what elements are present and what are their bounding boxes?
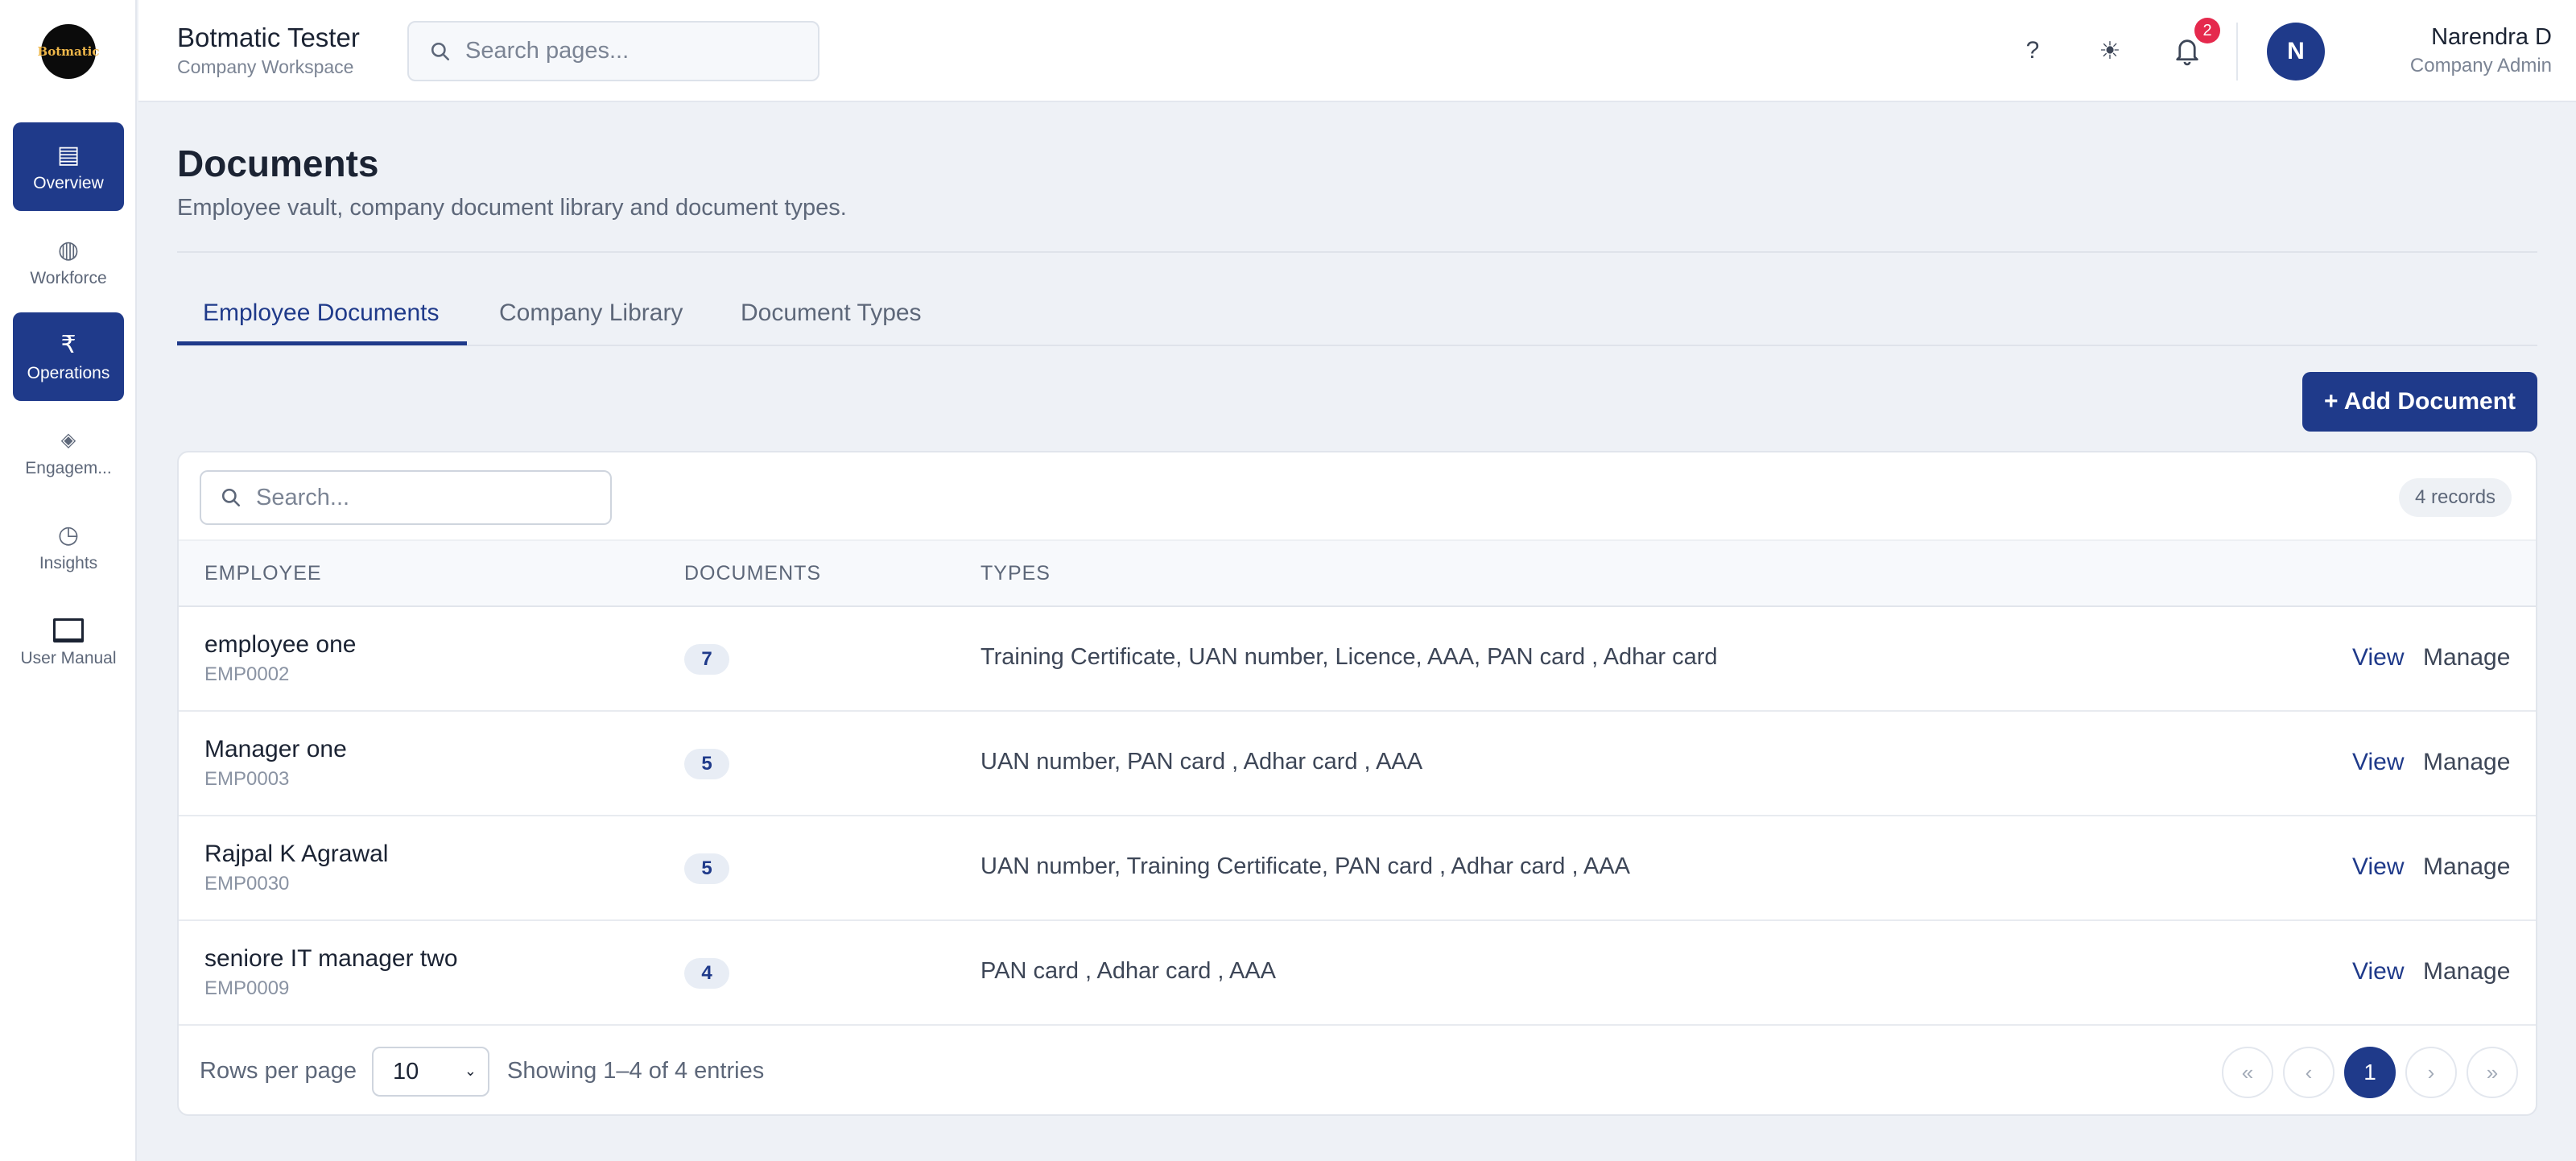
notification-badge: 2 (2194, 18, 2220, 43)
document-count-badge: 4 (684, 958, 729, 989)
tab-bar: Employee Documents Company Library Docum… (177, 290, 2537, 346)
tab-employee-documents[interactable]: Employee Documents (203, 300, 439, 327)
employee-id: EMP0030 (204, 873, 290, 895)
rows-per-page-value: 10 (393, 1058, 419, 1085)
showing-entries-text: Showing 1–4 of 4 entries (507, 1058, 765, 1084)
sidebar-item-insights[interactable]: ◷ Insights (13, 502, 124, 591)
table-row: seniore IT manager two EMP0009 4 PAN car… (179, 921, 2536, 1026)
avatar[interactable]: N (2267, 23, 2325, 81)
table-row: Manager one EMP0003 5 UAN number, PAN ca… (179, 712, 2536, 816)
next-page-button[interactable]: › (2405, 1047, 2457, 1098)
document-count-badge: 7 (684, 644, 729, 675)
employee-id: EMP0002 (204, 663, 290, 685)
table-header: EMPLOYEE DOCUMENTS TYPES (179, 539, 2536, 607)
page-search-input[interactable] (465, 38, 787, 64)
search-icon (431, 42, 450, 60)
tab-company-library[interactable]: Company Library (499, 300, 683, 327)
employee-name: Rajpal K Agrawal (204, 841, 389, 867)
page-title: Documents (177, 143, 379, 184)
prev-page-button[interactable]: ‹ (2283, 1047, 2334, 1098)
document-count-badge: 5 (684, 853, 729, 884)
diamond-icon: ◈ (60, 429, 76, 451)
employee-id: EMP0009 (204, 977, 290, 999)
company-logo[interactable]: Botmatic (38, 24, 99, 79)
sidebar-item-label: User Manual (20, 649, 117, 667)
tab-document-types[interactable]: Document Types (741, 300, 922, 327)
column-header-employee[interactable]: EMPLOYEE (204, 562, 322, 585)
employee-name: seniore IT manager two (204, 945, 458, 972)
sidebar-item-label: Engagem... (25, 459, 112, 477)
rows-per-page-select[interactable]: 10 ⌄ (372, 1047, 489, 1097)
table-row: employee one EMP0002 7 Training Certific… (179, 607, 2536, 712)
top-header: Botmatic Tester Company Workspace ? ☀ 2 … (138, 0, 2576, 102)
sidebar-item-workforce[interactable]: ◍ Workforce (13, 217, 124, 306)
divider (177, 251, 2537, 253)
document-count-badge: 5 (684, 749, 729, 779)
column-header-types[interactable]: TYPES (980, 562, 1051, 585)
manage-link[interactable]: Manage (2423, 749, 2510, 776)
document-types: UAN number, PAN card , Adhar card , AAA (980, 749, 1423, 775)
table-search-input[interactable] (256, 484, 594, 511)
page-search[interactable] (407, 21, 819, 81)
sidebar-item-overview[interactable]: ▤ Overview (13, 122, 124, 211)
first-page-button[interactable]: « (2222, 1047, 2273, 1098)
document-types: UAN number, Training Certificate, PAN ca… (980, 853, 1630, 879)
user-role: Company Admin (2409, 55, 2552, 76)
sidebar-item-label: Insights (39, 554, 98, 572)
theme-toggle-icon[interactable]: ☀ (2091, 32, 2128, 69)
view-link[interactable]: View (2352, 958, 2404, 985)
search-icon (221, 488, 241, 507)
view-link[interactable]: View (2352, 644, 2404, 671)
document-types: PAN card , Adhar card , AAA (980, 958, 1276, 984)
employee-name: employee one (204, 631, 357, 658)
active-tab-indicator (177, 341, 467, 345)
sidebar-item-label: Operations (27, 364, 110, 382)
help-icon[interactable]: ? (2014, 32, 2051, 69)
chevron-down-icon: ⌄ (464, 1063, 477, 1079)
documents-table-card: 4 records EMPLOYEE DOCUMENTS TYPES emplo… (177, 451, 2537, 1116)
employee-id: EMP0003 (204, 768, 290, 790)
view-link[interactable]: View (2352, 749, 2404, 776)
page-subtitle: Employee vault, company document library… (177, 195, 847, 221)
view-link[interactable]: View (2352, 853, 2404, 881)
manage-link[interactable]: Manage (2423, 958, 2510, 985)
sidebar: Botmatic ▤ Overview ◍ Workforce ₹ Operat… (0, 0, 137, 1161)
sidebar-item-operations[interactable]: ₹ Operations (13, 312, 124, 401)
table-footer: Rows per page 10 ⌄ Showing 1–4 of 4 entr… (179, 1026, 2536, 1114)
sidebar-item-engagement[interactable]: ◈ Engagem... (13, 407, 124, 496)
sidebar-item-label: Workforce (30, 269, 107, 287)
column-header-documents[interactable]: DOCUMENTS (684, 562, 821, 585)
user-name[interactable]: Narendra D (2336, 24, 2552, 51)
clock-icon: ◷ (57, 522, 80, 548)
rupee-icon: ₹ (60, 332, 76, 358)
manage-link[interactable]: Manage (2423, 853, 2510, 881)
book-icon (53, 615, 84, 646)
workspace-title: Botmatic Tester (177, 23, 360, 52)
table-search[interactable] (200, 470, 612, 525)
globe-icon: ◍ (57, 237, 80, 263)
overview-icon: ▤ (56, 142, 80, 168)
employee-name: Manager one (204, 736, 347, 762)
add-document-button[interactable]: + Add Document (2302, 372, 2537, 432)
rows-per-page-label: Rows per page (200, 1058, 357, 1084)
document-types: Training Certificate, UAN number, Licenc… (980, 644, 1718, 670)
workspace-subtitle: Company Workspace (177, 56, 354, 77)
header-divider (2236, 23, 2238, 81)
table-row: Rajpal K Agrawal EMP0030 5 UAN number, T… (179, 816, 2536, 921)
logo-text: Botmatic (37, 44, 100, 59)
page-button-current[interactable]: 1 (2344, 1047, 2396, 1098)
sidebar-item-label: Overview (33, 174, 104, 192)
manage-link[interactable]: Manage (2423, 644, 2510, 671)
last-page-button[interactable]: » (2467, 1047, 2518, 1098)
records-count-badge: 4 records (2399, 478, 2512, 517)
sidebar-item-user-manual[interactable]: User Manual (13, 597, 124, 686)
